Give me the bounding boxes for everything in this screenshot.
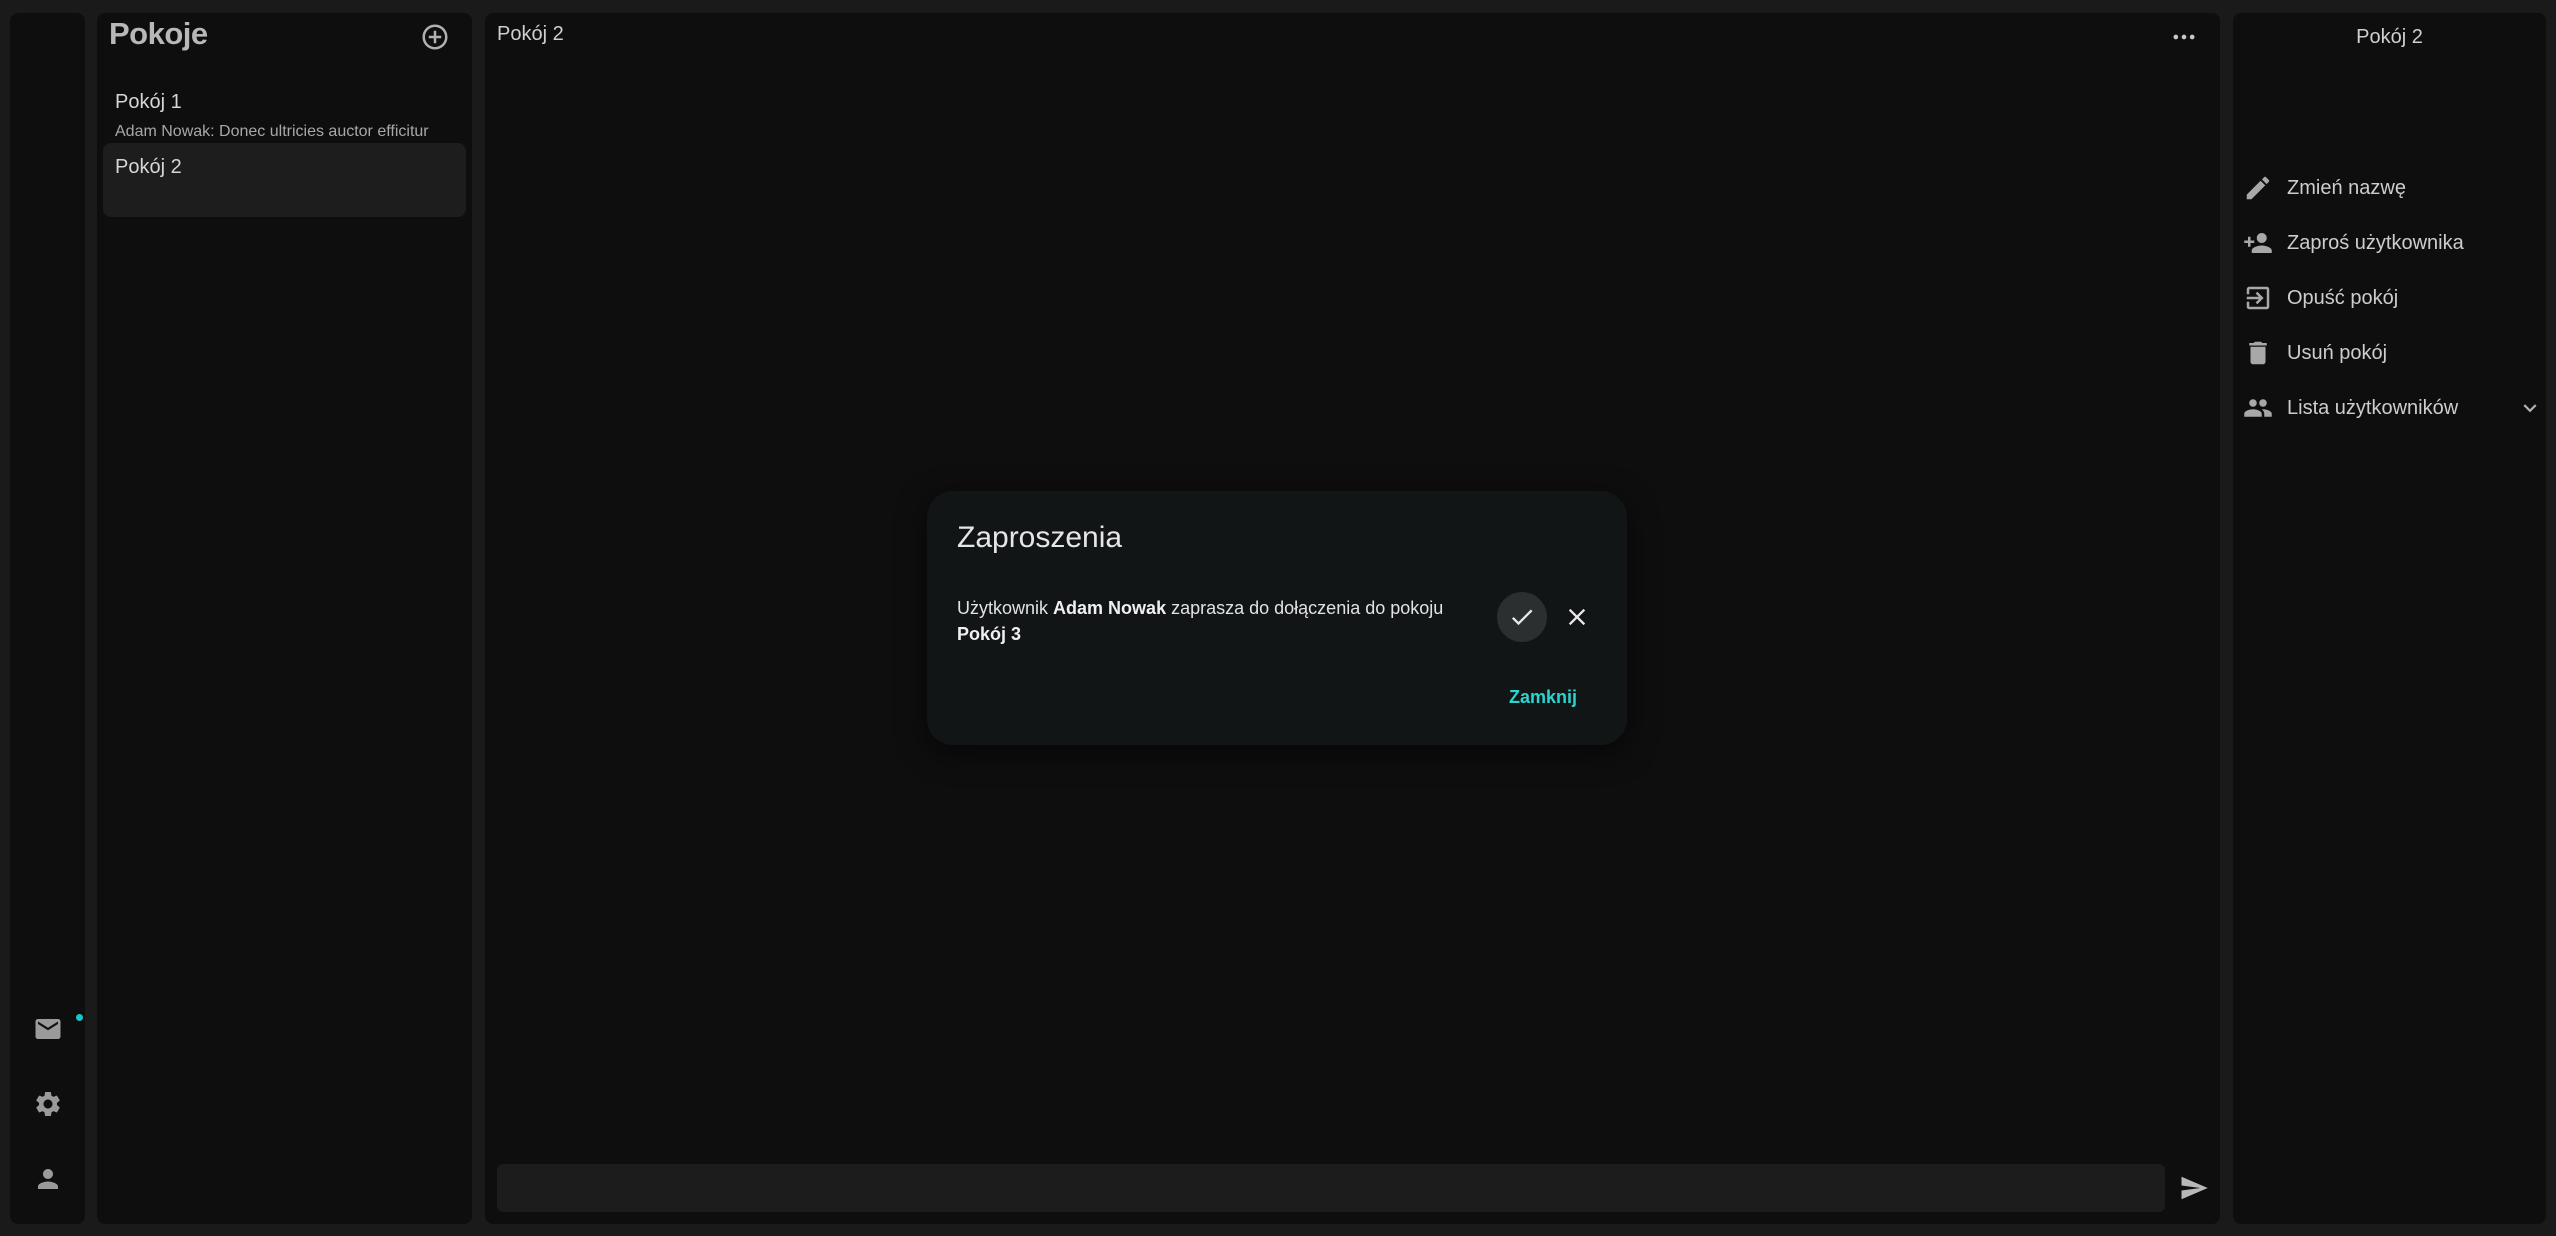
action-label: Zmień nazwę [2287, 176, 2406, 199]
check-icon [1511, 609, 1533, 626]
action-label: Opuść pokój [2287, 286, 2399, 309]
send-icon [2181, 1176, 2208, 1200]
add-circle-icon [422, 24, 448, 50]
more-horizontal-icon [2173, 34, 2195, 40]
mail-icon[interactable] [32, 1013, 64, 1045]
action-label: Lista użytkowników [2287, 396, 2459, 419]
chevron-down-icon [2523, 404, 2537, 413]
rename-room-button[interactable]: Zmień nazwę [2243, 168, 2543, 208]
invitation-middle: zaprasza do dołączenia do pokoju [1171, 598, 1444, 618]
details-title: Pokój 2 [2356, 26, 2423, 48]
navigation-rail [10, 13, 85, 1224]
send-button[interactable] [2174, 1168, 2214, 1208]
room-item-active[interactable]: Pokój 2 [103, 143, 466, 217]
person-add-icon [2244, 233, 2272, 253]
inviting-user: Adam Nowak [1053, 598, 1167, 618]
more-options-button[interactable] [2167, 23, 2201, 51]
room-item[interactable]: Pokój 1 Adam Nowak: Donec ultricies auct… [103, 78, 466, 152]
invited-room: Pokój 3 [957, 624, 1022, 644]
room-name: Pokój 2 [115, 156, 182, 178]
user-list-toggle[interactable]: Lista użytkowników [2243, 388, 2543, 428]
accept-invite-button[interactable] [1497, 592, 1547, 642]
invitation-prefix: Użytkownik [957, 598, 1049, 618]
chat-title: Pokój 2 [497, 23, 564, 45]
invite-user-button[interactable]: Zaproś użytkownika [2243, 223, 2543, 263]
delete-room-button[interactable]: Usuń pokój [2243, 333, 2543, 373]
rooms-title: Pokoje [109, 16, 208, 51]
action-label: Usuń pokój [2287, 341, 2388, 364]
settings-icon[interactable] [32, 1088, 64, 1120]
invitations-dialog: Zaproszenia Użytkownik Adam Nowak zapras… [927, 491, 1627, 745]
rooms-panel: Pokoje Pokój 1 Adam Nowak: Donec ultrici… [97, 13, 472, 1224]
message-input[interactable] [497, 1164, 2165, 1212]
user-icon[interactable] [32, 1163, 64, 1195]
close-icon [1568, 608, 1586, 626]
reject-invite-button[interactable] [1557, 597, 1597, 637]
trash-icon [2249, 341, 2267, 365]
room-details-panel: Pokój 2 Zmień nazwę Zaproś użytkownika O… [2233, 13, 2546, 1224]
exit-icon [2246, 286, 2270, 310]
room-last-message: Adam Nowak: Donec ultricies auctor effic… [115, 123, 429, 140]
close-dialog-button[interactable]: Zamknij [1509, 687, 1577, 708]
action-label: Zaproś użytkownika [2287, 231, 2464, 254]
invitation-text: Użytkownik Adam Nowak zaprasza do dołącz… [957, 595, 1457, 647]
add-room-button[interactable] [418, 20, 452, 54]
pencil-icon [2246, 176, 2270, 200]
leave-room-button[interactable]: Opuść pokój [2243, 278, 2543, 318]
room-name: Pokój 1 [115, 91, 182, 113]
dialog-title: Zaproszenia [957, 521, 1123, 554]
people-icon [2244, 399, 2272, 417]
notification-dot [76, 1014, 83, 1021]
